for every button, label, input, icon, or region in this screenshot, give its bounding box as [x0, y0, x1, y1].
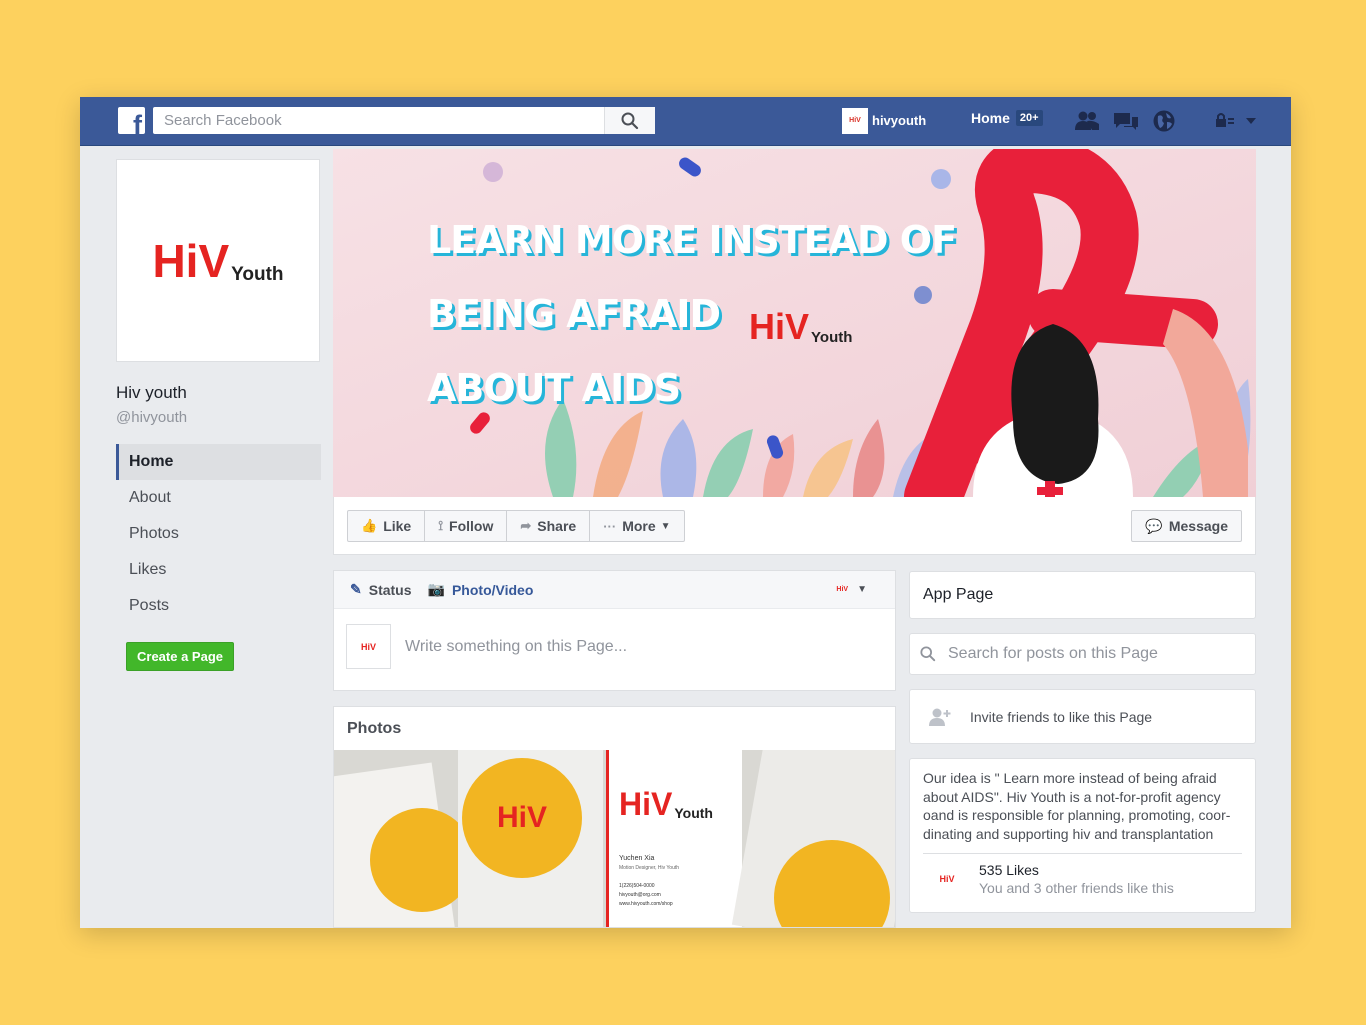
- side-nav-home[interactable]: Home: [116, 444, 321, 480]
- message-button[interactable]: 💬 Message: [1131, 510, 1242, 542]
- likes-count: 535 Likes: [979, 862, 1039, 878]
- right-column: App Page Invite friends to like this Pag…: [909, 571, 1256, 913]
- about-text: Our idea is " Learn more instead of bein…: [923, 770, 1231, 842]
- post-composer: ✎ Status 📷 Photo/Video HiV ▼ HiV: [333, 570, 896, 691]
- photo-card-circle-2: HiV: [462, 758, 582, 878]
- side-nav-photos[interactable]: Photos: [116, 516, 321, 552]
- side-nav-likes[interactable]: Likes: [116, 552, 321, 588]
- tab-status[interactable]: ✎ Status: [350, 581, 412, 598]
- page-actions-bar: 👍 Like ⟟ Follow ➦ Share ··· More ▼ 💬 Message: [333, 497, 1256, 555]
- profile-avatar: HiV: [842, 107, 868, 134]
- profile-link[interactable]: HiV hivyouth: [842, 107, 926, 134]
- add-friend-icon: [929, 708, 951, 726]
- create-page-button[interactable]: Create a Page: [126, 642, 234, 671]
- camera-icon: 📷: [427, 581, 445, 597]
- cover-headline-line-3: ABOUT AIDS: [427, 366, 681, 410]
- page-avatar: HiV: [346, 624, 391, 669]
- more-button[interactable]: ··· More ▼: [590, 511, 683, 541]
- home-label: Home: [971, 110, 1010, 126]
- composer-body: HiV: [334, 609, 895, 684]
- business-card: HiV Youth Yuchen Xia Motion Designer, Hiv…: [606, 750, 742, 927]
- share-button[interactable]: ➦ Share: [507, 511, 591, 541]
- side-nav-posts[interactable]: Posts: [116, 588, 321, 624]
- like-button[interactable]: 👍 Like: [348, 511, 426, 541]
- photo-grid[interactable]: HiV HiV Youth Yuchen Xia Motion Designer,…: [334, 750, 895, 927]
- share-arrow-icon: ➦: [520, 518, 532, 533]
- business-card-logo: HiV Youth: [619, 786, 713, 822]
- messages-icon[interactable]: [1112, 109, 1140, 133]
- home-badge: 20+: [1015, 110, 1043, 126]
- page-profile-picture[interactable]: HiV Youth: [116, 159, 320, 362]
- top-navigation-bar: f HiV hivyouth Home 20+: [80, 97, 1291, 146]
- likes-row[interactable]: HiV 535 Likes You and 3 other friends li…: [923, 862, 1242, 896]
- photo-logo-text: HiV: [496, 801, 547, 834]
- left-column: HiV Youth Hiv youth @hivyouth Home About …: [116, 159, 321, 671]
- friend-requests-icon[interactable]: [1073, 109, 1101, 133]
- search-input[interactable]: [153, 107, 604, 134]
- account-menu-icon[interactable]: [1211, 109, 1259, 133]
- home-link[interactable]: Home 20+: [971, 110, 1043, 126]
- search-button[interactable]: [604, 107, 655, 134]
- chevron-down-icon: ▼: [660, 520, 671, 532]
- page-post-search-input[interactable]: [948, 645, 1228, 663]
- card-phone: 1(226)504-0000: [619, 883, 655, 889]
- page-handle[interactable]: @hivyouth: [116, 409, 321, 426]
- composer-tabs: ✎ Status 📷 Photo/Video HiV ▼: [334, 571, 895, 609]
- card-name: Yuchen Xia: [619, 855, 655, 862]
- invite-friends-label: Invite friends to like this Page: [970, 708, 1153, 725]
- follow-button[interactable]: ⟟ Follow: [425, 511, 508, 541]
- rss-icon: ⟟: [438, 518, 444, 533]
- thumbs-up-icon: 👍: [361, 518, 378, 533]
- cover-headline: LEARN MORE INSTEAD OF BEING AFRAID ABOUT…: [427, 203, 957, 425]
- cover-photo[interactable]: LEARN MORE INSTEAD OF BEING AFRAID ABOUT…: [333, 149, 1256, 497]
- photos-section: Photos HiV HiV Youth Yuchen Xia Motion De…: [333, 706, 896, 928]
- post-as-selector[interactable]: HiV ▼: [836, 584, 867, 595]
- composer-input[interactable]: [405, 637, 845, 656]
- messenger-icon: 💬: [1145, 517, 1163, 534]
- side-nav-about[interactable]: About: [116, 480, 321, 516]
- facebook-logo-icon[interactable]: f: [118, 107, 145, 134]
- likes-avatar: HiV: [939, 874, 955, 884]
- hiv-youth-logo: HiV Youth: [152, 234, 284, 287]
- card-web: www.hivyouth.com/shop: [619, 901, 673, 907]
- card-role: Motion Designer, Hiv Youth: [619, 865, 680, 871]
- photos-title[interactable]: Photos: [334, 707, 895, 750]
- invite-friends-card[interactable]: Invite friends to like this Page: [909, 689, 1256, 744]
- app-page-card[interactable]: App Page: [909, 571, 1256, 619]
- about-card: Our idea is " Learn more instead of bein…: [909, 758, 1256, 913]
- about-divider: [923, 853, 1242, 854]
- page-side-nav: Home About Photos Likes Posts: [116, 444, 321, 624]
- search-icon: [621, 112, 639, 129]
- cover-logo: HiV Youth: [749, 306, 853, 347]
- card-email: hivyouth@org.com: [619, 892, 661, 898]
- profile-name: hivyouth: [872, 113, 927, 128]
- search-icon: [920, 646, 936, 662]
- page-action-buttons: 👍 Like ⟟ Follow ➦ Share ··· More ▼: [347, 510, 685, 542]
- likes-friends: You and 3 other friends like this: [979, 880, 1174, 896]
- tab-photo-video[interactable]: 📷 Photo/Video: [428, 581, 534, 598]
- notifications-globe-icon[interactable]: [1150, 109, 1178, 133]
- chevron-down-icon: ▼: [857, 584, 867, 595]
- page-post-search: [909, 633, 1256, 675]
- page-title[interactable]: Hiv youth: [116, 383, 321, 403]
- search-box: [153, 107, 655, 134]
- pencil-icon: ✎: [350, 581, 362, 597]
- cover-headline-line-2: BEING AFRAID: [427, 292, 721, 336]
- cover-headline-line-1: LEARN MORE INSTEAD OF: [427, 218, 957, 262]
- browser-window: f HiV hivyouth Home 20+: [80, 97, 1291, 928]
- ellipsis-icon: ···: [603, 518, 617, 534]
